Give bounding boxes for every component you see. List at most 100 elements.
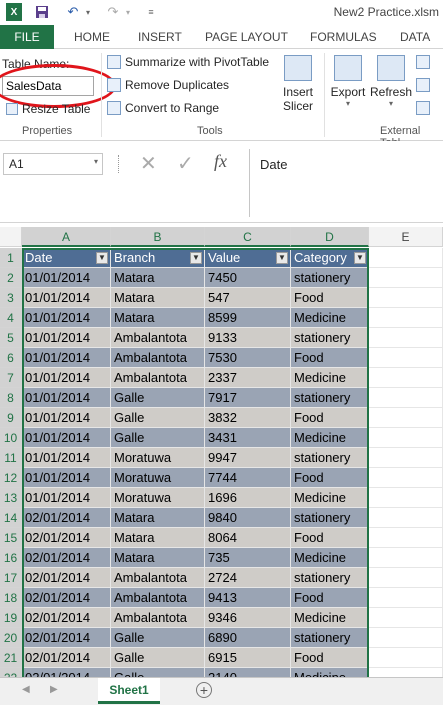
undo-dropdown-icon[interactable]: ▾ — [84, 3, 92, 21]
save-icon[interactable] — [34, 3, 50, 21]
enter-icon[interactable]: ✓ — [177, 151, 194, 176]
table-cell[interactable]: 02/01/2014 — [22, 628, 111, 648]
table-header-cell[interactable]: Category ▼ — [291, 248, 369, 268]
table-cell[interactable]: 01/01/2014 — [22, 268, 111, 288]
table-cell[interactable]: 02/01/2014 — [22, 668, 111, 677]
table-cell[interactable]: Medicine — [291, 668, 369, 677]
table-cell[interactable] — [369, 268, 443, 288]
table-cell[interactable] — [369, 568, 443, 588]
table-cell[interactable]: 02/01/2014 — [22, 648, 111, 668]
select-all-corner[interactable] — [0, 227, 22, 247]
row-header[interactable]: 22 — [0, 668, 22, 677]
table-cell[interactable]: Medicine — [291, 428, 369, 448]
table-cell[interactable]: 7744 — [205, 468, 291, 488]
table-cell[interactable]: Matara — [111, 288, 205, 308]
table-cell[interactable]: Food — [291, 588, 369, 608]
table-cell[interactable]: 01/01/2014 — [22, 488, 111, 508]
row-header[interactable]: 6 — [0, 348, 22, 368]
table-header-cell[interactable]: Branch ▼ — [111, 248, 205, 268]
table-cell[interactable]: Food — [291, 648, 369, 668]
column-header-d[interactable]: D — [291, 227, 369, 247]
summarize-pivottable-button[interactable]: Summarize with PivotTable — [107, 55, 269, 69]
table-cell[interactable]: Matara — [111, 548, 205, 568]
table-cell[interactable] — [369, 428, 443, 448]
table-cell[interactable]: 02/01/2014 — [22, 608, 111, 628]
row-header[interactable]: 17 — [0, 568, 22, 588]
table-header-cell[interactable]: Value ▼ — [205, 248, 291, 268]
row-header[interactable]: 2 — [0, 268, 22, 288]
table-cell[interactable]: 6890 — [205, 628, 291, 648]
table-cell[interactable]: 01/01/2014 — [22, 368, 111, 388]
table-cell[interactable]: 3431 — [205, 428, 291, 448]
table-cell[interactable]: 01/01/2014 — [22, 468, 111, 488]
column-header-b[interactable]: B — [111, 227, 205, 247]
table-cell[interactable]: stationery — [291, 388, 369, 408]
table-cell[interactable]: Matara — [111, 508, 205, 528]
table-cell[interactable] — [369, 288, 443, 308]
table-cell[interactable]: 01/01/2014 — [22, 348, 111, 368]
table-cell[interactable]: Galle — [111, 628, 205, 648]
row-header[interactable]: 19 — [0, 608, 22, 628]
table-cell[interactable]: 01/01/2014 — [22, 388, 111, 408]
table-cell[interactable] — [369, 368, 443, 388]
table-cell[interactable]: 6915 — [205, 648, 291, 668]
table-cell[interactable] — [369, 328, 443, 348]
row-header[interactable]: 4 — [0, 308, 22, 328]
table-cell[interactable]: stationery — [291, 508, 369, 528]
tab-file[interactable]: FILE — [0, 25, 54, 49]
column-header-a[interactable]: A — [22, 227, 111, 247]
filter-dropdown-icon[interactable]: ▼ — [190, 252, 202, 264]
table-cell[interactable]: Ambalantota — [111, 368, 205, 388]
insert-slicer-button[interactable]: Insert Slicer — [278, 55, 318, 113]
table-cell[interactable]: 9133 — [205, 328, 291, 348]
table-cell[interactable]: 01/01/2014 — [22, 408, 111, 428]
table-cell[interactable]: Moratuwa — [111, 448, 205, 468]
table-cell[interactable]: Food — [291, 288, 369, 308]
row-header[interactable]: 8 — [0, 388, 22, 408]
table-cell[interactable]: Medicine — [291, 608, 369, 628]
table-cell[interactable] — [369, 468, 443, 488]
row-header[interactable]: 10 — [0, 428, 22, 448]
tab-home[interactable]: HOME — [74, 25, 110, 49]
formula-input[interactable]: Date — [249, 149, 443, 217]
table-cell[interactable] — [369, 448, 443, 468]
table-cell[interactable]: 02/01/2014 — [22, 508, 111, 528]
table-cell[interactable]: 8064 — [205, 528, 291, 548]
table-cell[interactable]: Food — [291, 468, 369, 488]
customize-qat-icon[interactable]: ≡ — [146, 3, 156, 21]
row-header[interactable]: 15 — [0, 528, 22, 548]
table-cell[interactable]: Medicine — [291, 548, 369, 568]
row-header[interactable]: 14 — [0, 508, 22, 528]
refresh-button[interactable]: Refresh ▾ — [370, 55, 412, 108]
table-cell[interactable] — [369, 588, 443, 608]
table-cell[interactable]: 2140 — [205, 668, 291, 677]
table-cell[interactable]: 01/01/2014 — [22, 328, 111, 348]
table-cell[interactable]: Ambalantota — [111, 348, 205, 368]
table-cell[interactable] — [369, 528, 443, 548]
table-cell[interactable]: 02/01/2014 — [22, 548, 111, 568]
column-header-e[interactable]: E — [369, 227, 443, 247]
row-header[interactable]: 16 — [0, 548, 22, 568]
row-header[interactable]: 1 — [0, 248, 22, 268]
table-cell[interactable]: 2724 — [205, 568, 291, 588]
table-cell[interactable]: 7917 — [205, 388, 291, 408]
filter-dropdown-icon[interactable]: ▼ — [354, 252, 366, 264]
convert-to-range-button[interactable]: Convert to Range — [107, 101, 219, 115]
table-cell[interactable]: Galle — [111, 648, 205, 668]
column-header-c[interactable]: C — [205, 227, 291, 247]
table-cell[interactable]: Medicine — [291, 368, 369, 388]
table-cell[interactable] — [369, 348, 443, 368]
table-cell[interactable]: Galle — [111, 408, 205, 428]
resize-table-button[interactable]: Resize Table — [6, 102, 90, 116]
table-cell[interactable] — [369, 608, 443, 628]
table-cell[interactable]: stationery — [291, 568, 369, 588]
table-cell[interactable]: Galle — [111, 428, 205, 448]
undo-icon[interactable]: ↶ — [64, 3, 82, 21]
table-cell[interactable]: 9947 — [205, 448, 291, 468]
table-cell[interactable]: 02/01/2014 — [22, 588, 111, 608]
table-cell[interactable]: 735 — [205, 548, 291, 568]
tab-formulas[interactable]: FORMULAS — [310, 25, 377, 49]
table-cell[interactable]: Food — [291, 348, 369, 368]
remove-duplicates-button[interactable]: Remove Duplicates — [107, 78, 229, 92]
cancel-icon[interactable]: ✕ — [140, 151, 157, 176]
